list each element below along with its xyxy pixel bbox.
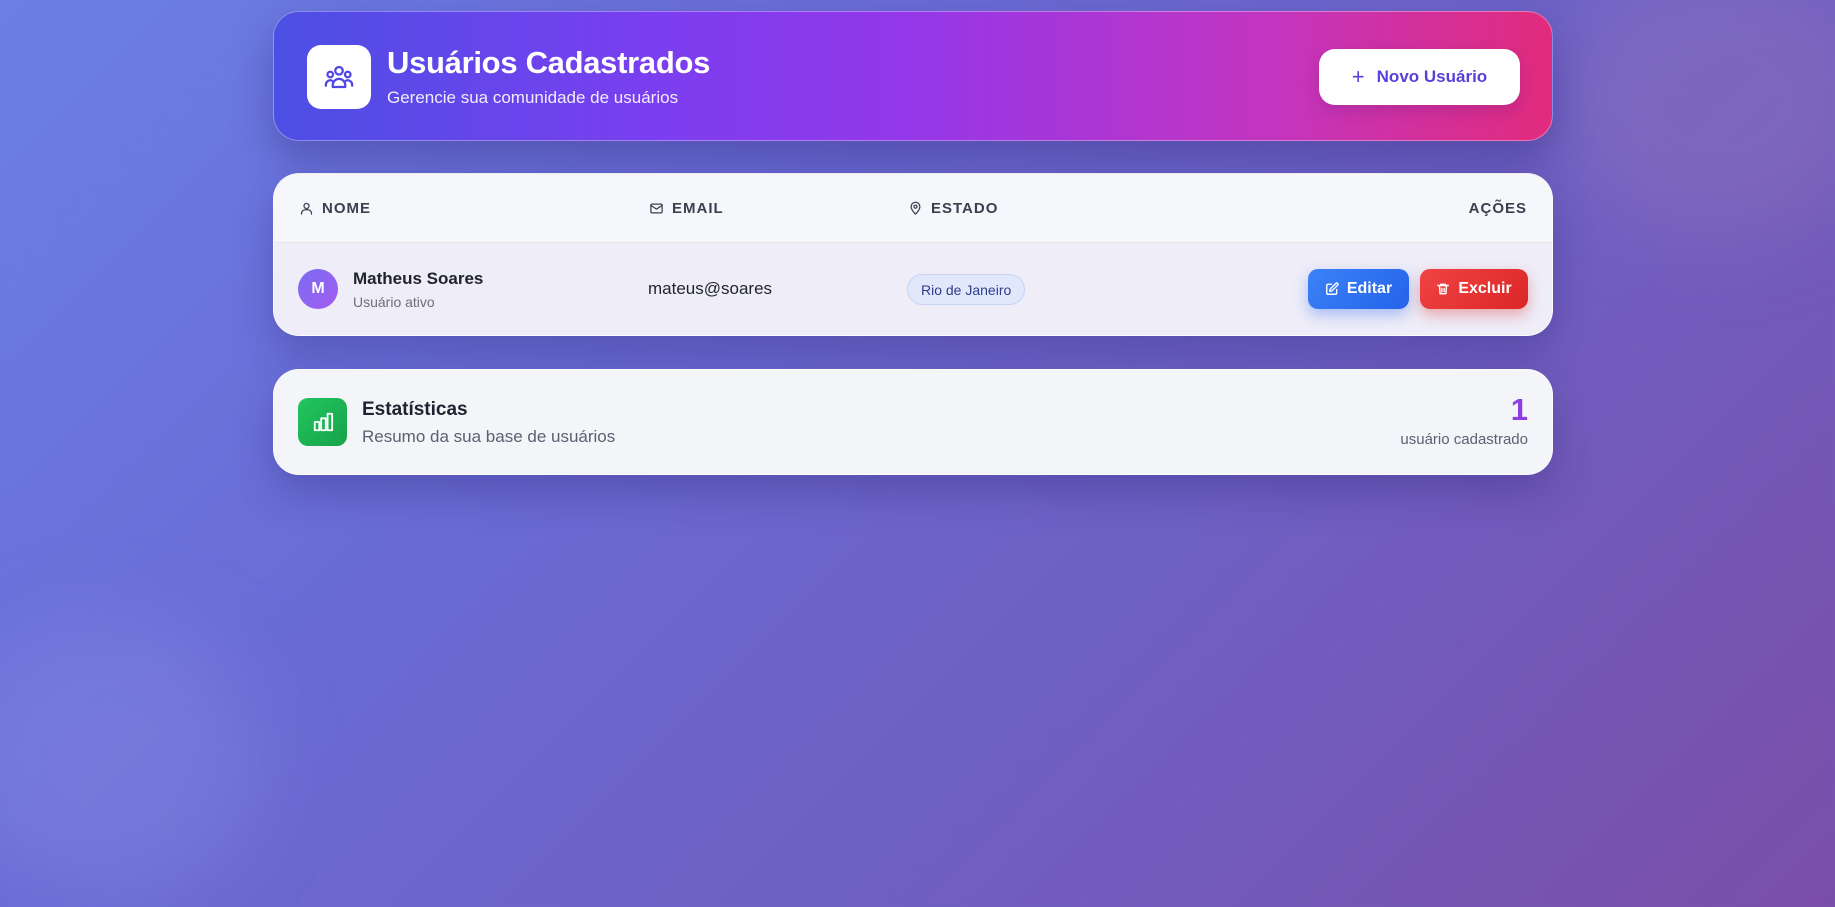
new-user-button[interactable]: + Novo Usuário bbox=[1319, 49, 1520, 105]
edit-button-label: Editar bbox=[1346, 280, 1393, 297]
user-count: 1 bbox=[1510, 392, 1528, 427]
stats-subtitle: Resumo da sua base de usuários bbox=[362, 427, 616, 446]
stats-card: Estatísticas Resumo da sua base de usuár… bbox=[273, 369, 1553, 475]
plus-icon: + bbox=[1351, 64, 1365, 89]
new-user-button-label: Novo Usuário bbox=[1376, 67, 1488, 86]
delete-button[interactable]: Excluir bbox=[1420, 269, 1528, 309]
column-header-estado: ESTADO bbox=[908, 174, 998, 243]
column-header-nome: NOME bbox=[299, 174, 371, 243]
avatar: M bbox=[298, 269, 338, 309]
user-name: Matheus Soares bbox=[353, 269, 484, 288]
bar-chart-icon bbox=[298, 398, 347, 446]
background-glow bbox=[0, 620, 260, 900]
trash-icon bbox=[1437, 283, 1450, 295]
background-glow bbox=[1560, 0, 1835, 240]
user-icon bbox=[300, 202, 313, 215]
page-container: Usuários Cadastrados Gerencie sua comuni… bbox=[273, 11, 1553, 475]
edit-button[interactable]: Editar bbox=[1308, 269, 1409, 309]
column-label: AÇÕES bbox=[1468, 200, 1527, 217]
users-table: NOME EMAIL ESTADO AÇÕES M Matheus Soares… bbox=[273, 173, 1553, 336]
page-title: Usuários Cadastrados bbox=[387, 45, 711, 80]
column-header-acoes: AÇÕES bbox=[1469, 174, 1527, 243]
user-count-label: usuário cadastrado bbox=[1400, 431, 1528, 448]
header-banner: Usuários Cadastrados Gerencie sua comuni… bbox=[273, 11, 1553, 141]
map-pin-icon bbox=[910, 201, 921, 215]
column-label: NOME bbox=[322, 200, 371, 217]
column-label: ESTADO bbox=[931, 200, 999, 217]
mail-icon bbox=[650, 203, 663, 214]
delete-button-label: Excluir bbox=[1458, 280, 1512, 297]
stats-title: Estatísticas bbox=[362, 399, 468, 420]
column-label: EMAIL bbox=[672, 200, 724, 217]
page-subtitle: Gerencie sua comunidade de usuários bbox=[387, 88, 679, 107]
state-badge: Rio de Janeiro bbox=[907, 274, 1026, 305]
edit-icon bbox=[1325, 282, 1339, 295]
column-header-email: EMAIL bbox=[649, 174, 724, 243]
users-group-icon bbox=[307, 45, 371, 109]
table-header: NOME EMAIL ESTADO AÇÕES bbox=[274, 174, 1552, 243]
user-email: mateus@soares bbox=[648, 279, 773, 298]
user-status: Usuário ativo bbox=[353, 294, 435, 310]
table-row: M Matheus Soares Usuário ativo mateus@so… bbox=[274, 243, 1552, 335]
